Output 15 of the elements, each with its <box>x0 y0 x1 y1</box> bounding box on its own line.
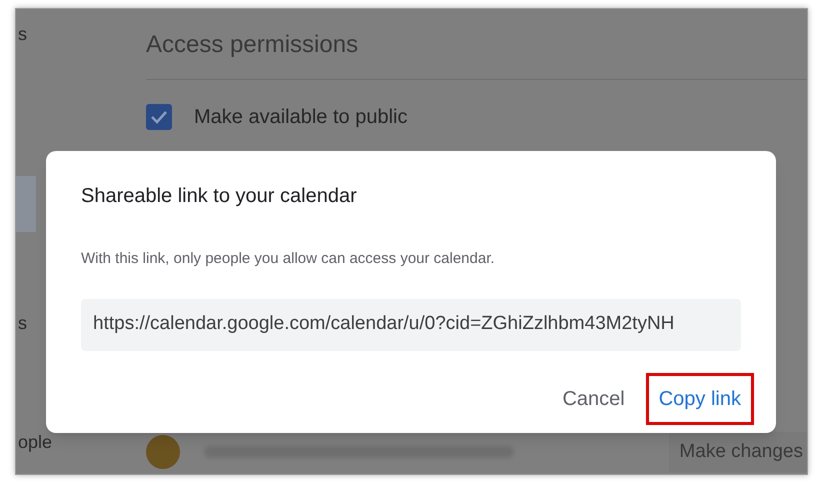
dialog-title: Shareable link to your calendar <box>81 184 358 209</box>
sidebar-item[interactable]: s <box>18 310 27 337</box>
sidebar-item[interactable]: ople <box>18 429 52 456</box>
dialog-description: With this link, only people you allow can access your calendar. <box>81 249 496 269</box>
selected-sidebar-row <box>16 176 36 232</box>
avatar <box>146 434 180 469</box>
link-field[interactable]: https://calendar.google.com/calendar/u/0?cid=ZGhiZzlhbm43M2tyNH <box>81 298 741 350</box>
cancel-button[interactable]: Cancel <box>549 372 638 424</box>
checkbox[interactable] <box>146 104 172 130</box>
section-title: Access permissions <box>146 27 807 80</box>
copy-link-button[interactable]: Copy link <box>646 372 754 424</box>
sidebar-item[interactable]: s <box>18 21 27 48</box>
make-changes-button[interactable]: Make changes <box>669 432 807 472</box>
check-icon <box>150 110 168 124</box>
checkbox-label: Make available to public <box>194 105 408 130</box>
